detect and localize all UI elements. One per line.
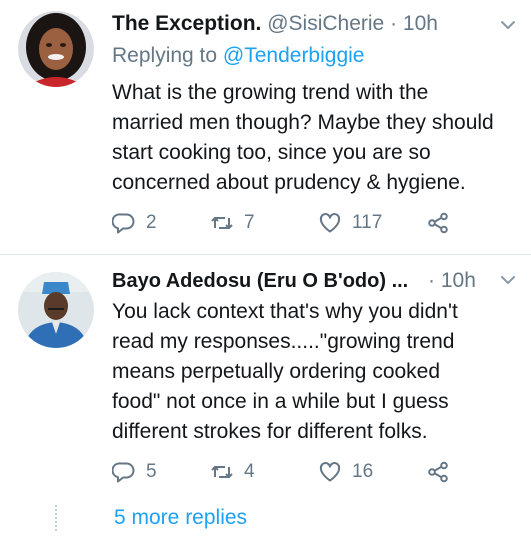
tweet-header: Bayo Adedosu (Eru O B'odo) ... <box>112 267 408 295</box>
tweet-text-line: start cooking too, since you are so <box>112 141 431 164</box>
tweet-text: What is the growing trend with the marri… <box>112 78 522 198</box>
tweet-text-line: food" not once in a while but I guess <box>112 390 449 413</box>
tweet-header: The Exception. @SisiCherie · 10h <box>112 10 491 38</box>
replying-to: Replying to @Tenderbiggie <box>112 42 364 70</box>
separator: · <box>390 12 398 35</box>
share-icon <box>428 461 448 483</box>
thread-connector <box>55 505 57 531</box>
reply-button[interactable]: 2 <box>112 208 157 238</box>
retweet-icon <box>211 217 233 229</box>
reply-count: 5 <box>146 461 157 482</box>
display-name[interactable]: The Exception. <box>112 12 261 35</box>
reply-button[interactable]: 5 <box>112 457 157 487</box>
reply-thread: The Exception. @SisiCherie · 10h Replyin… <box>0 0 531 545</box>
tweet-text-line: What is the growing trend with the <box>112 81 429 104</box>
retweet-count: 4 <box>244 461 255 482</box>
like-button[interactable]: 16 <box>318 457 373 487</box>
share-button[interactable] <box>426 457 450 487</box>
tweet[interactable]: The Exception. @SisiCherie · 10h Replyin… <box>0 0 531 255</box>
retweet-button[interactable]: 7 <box>210 208 255 238</box>
heart-icon <box>319 213 341 233</box>
timestamp[interactable]: 10h <box>441 269 476 292</box>
reply-icon <box>112 213 135 234</box>
chevron-down-icon[interactable] <box>499 271 517 289</box>
chevron-down-icon[interactable] <box>499 16 517 34</box>
retweet-button[interactable]: 4 <box>210 457 255 487</box>
avatar[interactable] <box>18 272 94 348</box>
reply-count: 2 <box>146 212 157 233</box>
tweet-text-line: means perpetually ordering cooked <box>112 360 441 383</box>
timestamp[interactable]: 10h <box>403 12 438 35</box>
more-replies-link[interactable]: 5 more replies <box>114 504 247 532</box>
replying-prefix: Replying to <box>112 44 218 67</box>
tweet-actions: 5 4 16 <box>112 457 512 487</box>
share-button[interactable] <box>426 208 450 238</box>
tweet-text-line: different strokes for different folks. <box>112 420 428 443</box>
tweet-text-line: concerned about prudency & hygiene. <box>112 171 466 194</box>
like-count: 16 <box>352 461 374 482</box>
like-count: 117 <box>352 212 383 233</box>
tweet-time: · 10h <box>428 267 476 295</box>
tweet[interactable]: Bayo Adedosu (Eru O B'odo) ... · 10h You… <box>0 255 531 490</box>
retweet-icon <box>211 466 233 478</box>
tweet-text: You lack context that's why you didn't r… <box>112 297 522 447</box>
avatar[interactable] <box>18 11 94 87</box>
tweet-text-line: read my responses....."growing trend <box>112 330 455 353</box>
tweet-text-line: married men though? Maybe they should <box>112 111 494 134</box>
user-handle[interactable]: @SisiCherie <box>267 12 384 35</box>
like-button[interactable]: 117 <box>318 208 382 238</box>
avatar-image <box>18 272 94 348</box>
share-icon <box>428 212 448 234</box>
tweet-text-line: You lack context that's why you didn't <box>112 300 458 323</box>
tweet-actions: 2 7 117 <box>112 208 512 238</box>
replying-mention[interactable]: @Tenderbiggie <box>223 44 365 67</box>
avatar-image <box>18 11 94 87</box>
separator: · <box>428 269 435 292</box>
display-name[interactable]: Bayo Adedosu (Eru O B'odo) ... <box>112 267 408 295</box>
retweet-count: 7 <box>244 212 255 233</box>
heart-icon <box>319 462 341 482</box>
reply-icon <box>112 462 135 483</box>
